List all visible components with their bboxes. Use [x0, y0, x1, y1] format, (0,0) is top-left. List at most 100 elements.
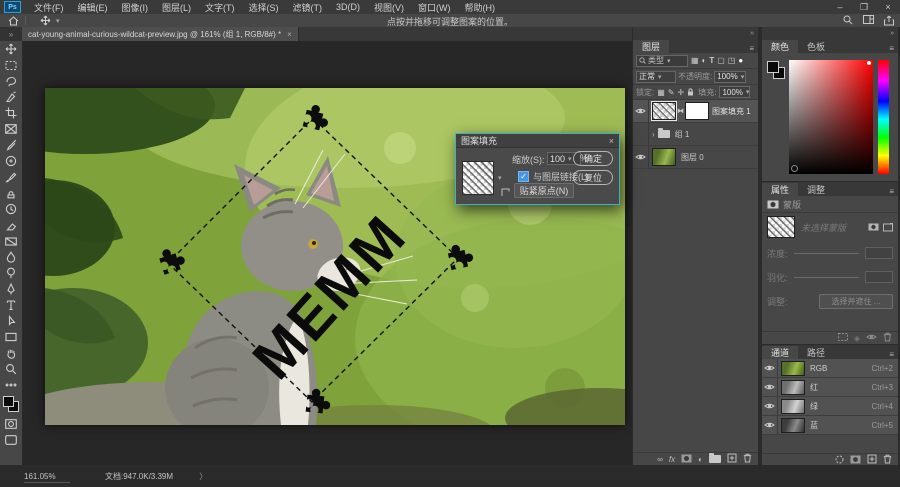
layer-filter-type-select[interactable]: 类型 ▾ [636, 55, 688, 67]
tool-zoom[interactable] [0, 361, 22, 377]
filter-pin-icon[interactable]: ● [738, 56, 743, 65]
color-cursor[interactable] [867, 61, 871, 65]
tool-healing-brush[interactable] [0, 153, 22, 169]
tool-eraser[interactable] [0, 217, 22, 233]
move-tool-preset-icon[interactable]: ▾ [40, 15, 60, 26]
layer-row-group[interactable]: › 组 1 [633, 123, 758, 146]
properties-panel-menu-icon[interactable]: ≡ [889, 187, 894, 196]
tool-pen[interactable] [0, 281, 22, 297]
channel-row-red[interactable]: 红 Ctrl+3 [762, 378, 898, 397]
canvas-area[interactable]: MEMM [23, 41, 632, 465]
filter-smart-object-icon[interactable]: ◳ [728, 56, 736, 65]
menu-image[interactable]: 图像(I) [115, 1, 156, 14]
color-cursor-secondary[interactable] [791, 165, 798, 172]
lock-pixels-icon[interactable]: ✎ [668, 88, 675, 97]
delete-layer-icon[interactable] [743, 453, 752, 465]
foreground-background-swatches[interactable] [3, 396, 19, 412]
layer-mask-link-icon[interactable]: ⧓ [677, 107, 684, 115]
toolbar-collapse-icon[interactable]: » [0, 27, 22, 41]
tab-swatches[interactable]: 色板 [798, 40, 834, 53]
tool-gradient[interactable] [0, 233, 22, 249]
filter-type-text-icon[interactable]: T [709, 56, 714, 65]
color-panel-menu-icon[interactable]: ≡ [889, 44, 894, 53]
foreground-color-swatch[interactable] [3, 396, 14, 407]
color-fg-bg-swatches[interactable] [767, 61, 785, 79]
pattern-preview-well[interactable] [462, 161, 494, 195]
visibility-toggle[interactable] [762, 416, 778, 434]
menu-filter[interactable]: 滤镜(T) [286, 1, 330, 14]
channel-row-blue[interactable]: 蓝 Ctrl+5 [762, 416, 898, 435]
feather-slider[interactable] [794, 277, 859, 278]
tab-layers[interactable]: 图层 [633, 40, 669, 53]
lock-transparency-icon[interactable]: ▦ [657, 88, 665, 97]
layer-row-background[interactable]: 图层 0 [633, 146, 758, 169]
dialog-close-icon[interactable]: × [609, 136, 614, 146]
menu-select[interactable]: 选择(S) [242, 1, 286, 14]
tool-hand[interactable] [0, 345, 22, 361]
opacity-input[interactable]: 100%▾ [714, 71, 746, 83]
tool-marquee[interactable] [0, 57, 22, 73]
filter-pixel-icon[interactable]: ▦ [691, 56, 699, 65]
new-layer-icon[interactable] [727, 453, 737, 465]
tool-type[interactable] [0, 297, 22, 313]
tool-crop[interactable] [0, 105, 22, 121]
tab-adjustments[interactable]: 调整 [798, 183, 834, 196]
screen-mode-button[interactable] [0, 432, 22, 448]
channel-row-rgb[interactable]: RGB Ctrl+2 [762, 359, 898, 378]
status-options-arrow[interactable]: 〉 [199, 472, 207, 481]
blend-mode-select[interactable]: 正常▾ [636, 71, 676, 83]
home-icon[interactable] [8, 16, 19, 26]
saturation-brightness-field[interactable] [789, 60, 873, 174]
menu-view[interactable]: 视图(V) [367, 1, 411, 14]
tool-brush[interactable] [0, 169, 22, 185]
visibility-toggle[interactable] [762, 397, 778, 415]
pattern-layer-thumbnail[interactable] [652, 102, 676, 120]
tool-frame[interactable] [0, 121, 22, 137]
save-selection-as-channel-icon[interactable] [850, 455, 861, 466]
density-value-box[interactable] [865, 247, 893, 259]
visibility-toggle[interactable] [762, 378, 778, 396]
close-button[interactable]: × [876, 2, 900, 13]
panel-collapse-icon[interactable]: » [750, 30, 754, 37]
tool-history-brush[interactable] [0, 201, 22, 217]
adjustment-layer-icon[interactable]: ◐ [698, 455, 703, 464]
visibility-toggle[interactable] [633, 123, 649, 145]
load-selection-icon[interactable] [838, 333, 848, 343]
toolbar-ellipsis-icon[interactable] [0, 377, 22, 393]
layer-row-pattern-fill[interactable]: ⧓ 图案填充 1 [633, 100, 758, 123]
density-slider[interactable] [794, 253, 859, 254]
channels-panel-menu-icon[interactable]: ≡ [889, 350, 894, 359]
invert-mask-icon[interactable]: ◈ [854, 334, 860, 343]
foreground-color-swatch[interactable] [767, 61, 779, 73]
tab-color[interactable]: 颜色 [762, 40, 798, 53]
tab-paths[interactable]: 路径 [798, 346, 834, 359]
scale-dropdown-chevron-icon[interactable]: ▾ [568, 155, 572, 163]
menu-file[interactable]: 文件(F) [27, 1, 71, 14]
load-channel-selection-icon[interactable] [835, 455, 844, 466]
menu-window[interactable]: 窗口(W) [411, 1, 458, 14]
panel-collapse-icon[interactable]: » [890, 30, 894, 37]
feather-value-box[interactable] [865, 271, 893, 283]
filter-shape-icon[interactable]: ▢ [717, 56, 725, 65]
document-close-icon[interactable]: × [287, 30, 292, 39]
tool-object-selection[interactable] [0, 89, 22, 105]
tool-clone-stamp[interactable] [0, 185, 22, 201]
visibility-toggle[interactable] [633, 100, 649, 122]
tool-move[interactable] [0, 41, 22, 57]
layer-styles-icon[interactable]: fx [669, 455, 675, 464]
tool-blur[interactable] [0, 249, 22, 265]
tool-eyedropper[interactable] [0, 137, 22, 153]
channel-row-green[interactable]: 绿 Ctrl+4 [762, 397, 898, 416]
zoom-level-field[interactable]: 161.05% [24, 471, 70, 483]
new-group-icon[interactable] [709, 455, 721, 463]
delete-mask-icon[interactable] [883, 332, 892, 344]
dialog-title-bar[interactable]: 图案填充 × [456, 134, 619, 148]
layer-mask-thumbnail[interactable] [685, 102, 709, 120]
vector-mask-icon[interactable] [883, 223, 893, 232]
menu-help[interactable]: 帮助(H) [458, 1, 503, 14]
pattern-dropdown-chevron-icon[interactable]: ▾ [498, 174, 502, 182]
mask-visibility-icon[interactable] [866, 333, 877, 343]
tool-shape[interactable] [0, 329, 22, 345]
menu-edit[interactable]: 编辑(E) [71, 1, 115, 14]
filter-adjustment-icon[interactable]: ◐ [702, 56, 707, 65]
